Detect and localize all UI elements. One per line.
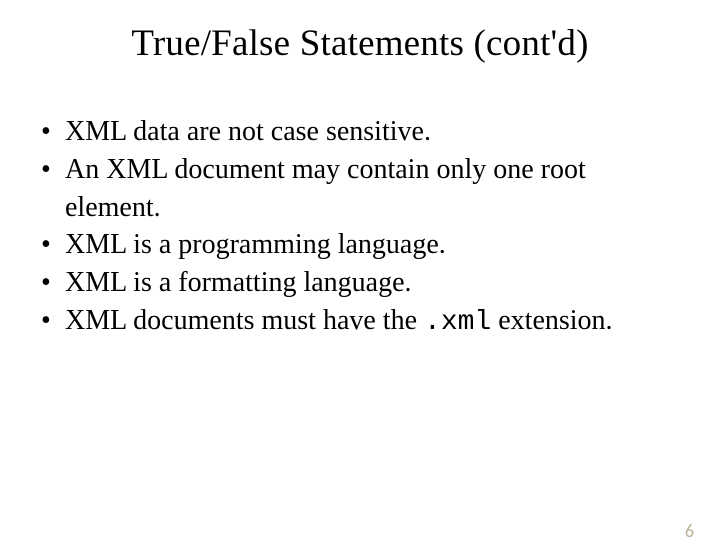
bullet-list: XML data are not case sensitive. An XML … xyxy=(0,113,720,342)
page-number: 6 xyxy=(685,520,694,540)
slide-title: True/False Statements (cont'd) xyxy=(0,22,720,65)
list-item: XML is a formatting language. xyxy=(35,264,662,302)
bullet-text: XML is a programming language. xyxy=(65,229,446,260)
list-item: XML is a programming language. xyxy=(35,226,662,264)
bullet-text: XML is a formatting language. xyxy=(65,267,412,298)
list-item: XML documents must have the .xml extensi… xyxy=(35,302,662,342)
bullet-text-suffix: extension. xyxy=(491,305,612,336)
bullet-text: XML data are not case sensitive. xyxy=(65,116,431,147)
bullet-text-prefix: XML documents must have the xyxy=(65,305,424,336)
list-item: An XML document may contain only one roo… xyxy=(35,151,662,227)
bullet-text: An XML document may contain only one roo… xyxy=(65,154,586,223)
list-item: XML data are not case sensitive. xyxy=(35,113,662,151)
slide: True/False Statements (cont'd) XML data … xyxy=(0,22,720,540)
bullet-text-ext: .xml xyxy=(424,307,491,338)
